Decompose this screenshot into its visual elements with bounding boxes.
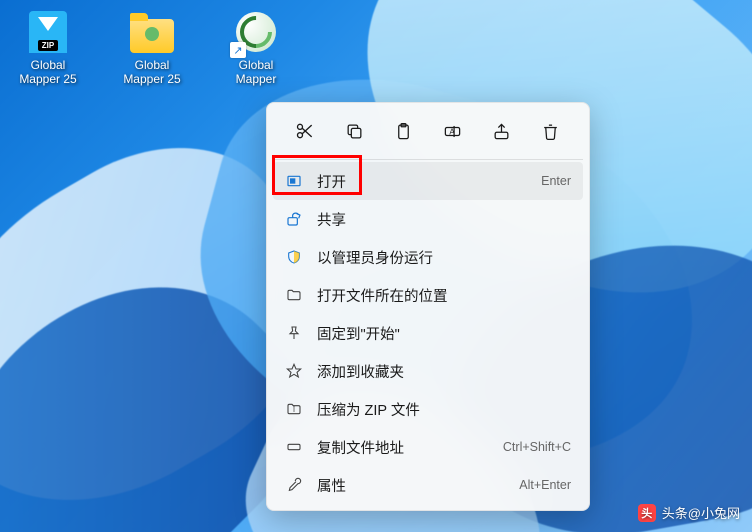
menu-label: 压缩为 ZIP 文件 (317, 399, 571, 420)
menu-item-compress-zip[interactable]: 压缩为 ZIP 文件 (273, 390, 583, 428)
rename-button[interactable]: A (435, 113, 471, 149)
menu-item-add-favorites[interactable]: 添加到收藏夹 (273, 352, 583, 390)
menu-shortcut: Alt+Enter (519, 478, 571, 492)
delete-button[interactable] (533, 113, 569, 149)
share-icon (492, 122, 511, 141)
watermark: 头 头条@小兔网 (638, 503, 740, 522)
cut-button[interactable] (287, 113, 323, 149)
open-icon (285, 172, 303, 190)
desktop-icon-label: Global Mapper 25 (19, 58, 76, 87)
clipboard-icon (394, 122, 413, 141)
menu-label: 以管理员身份运行 (317, 247, 571, 268)
folder-icon (128, 8, 176, 56)
pin-icon (285, 324, 303, 342)
watermark-logo-icon: 头 (638, 504, 656, 522)
menu-item-copy-path[interactable]: 复制文件地址 Ctrl+Shift+C (273, 428, 583, 466)
menu-label: 打开 (317, 171, 541, 192)
menu-shortcut: Enter (541, 174, 571, 188)
menu-label: 添加到收藏夹 (317, 361, 571, 382)
copy-icon (345, 122, 364, 141)
trash-icon (541, 122, 560, 141)
share-arrow-icon (285, 210, 303, 228)
menu-item-share[interactable]: 共享 (273, 200, 583, 238)
wrench-icon (285, 476, 303, 494)
desktop-icon-label: Global Mapper (236, 58, 277, 87)
menu-item-open[interactable]: 打开 Enter (273, 162, 583, 200)
menu-label: 共享 (317, 209, 571, 230)
rename-icon: A (443, 122, 462, 141)
menu-item-open-location[interactable]: 打开文件所在的位置 (273, 276, 583, 314)
desktop: ZIP Global Mapper 25 Global Mapper 25 ↗ … (0, 0, 752, 532)
path-icon (285, 438, 303, 456)
quick-actions-row: A (273, 109, 583, 157)
app-shortcut-icon: ↗ (232, 8, 280, 56)
copy-button[interactable] (336, 113, 372, 149)
star-icon (285, 362, 303, 380)
menu-label: 固定到"开始" (317, 323, 571, 344)
menu-item-properties[interactable]: 属性 Alt+Enter (273, 466, 583, 504)
menu-label: 属性 (317, 475, 519, 496)
scissors-icon (295, 121, 315, 141)
menu-shortcut: Ctrl+Shift+C (503, 440, 571, 454)
folder-open-icon (285, 286, 303, 304)
shield-icon (285, 248, 303, 266)
menu-item-run-admin[interactable]: 以管理员身份运行 (273, 238, 583, 276)
context-menu: A 打开 Enter 共享 以 (266, 102, 590, 511)
desktop-icon-zip[interactable]: ZIP Global Mapper 25 (8, 8, 88, 87)
desktop-icon-label: Global Mapper 25 (123, 58, 180, 87)
desktop-icon-folder[interactable]: Global Mapper 25 (112, 8, 192, 87)
menu-label: 打开文件所在的位置 (317, 285, 571, 306)
menu-item-pin-start[interactable]: 固定到"开始" (273, 314, 583, 352)
zip-folder-icon (285, 400, 303, 418)
desktop-icon-shortcut[interactable]: ↗ Global Mapper (216, 8, 296, 87)
desktop-icons-area: ZIP Global Mapper 25 Global Mapper 25 ↗ … (8, 8, 296, 87)
watermark-text: 头条@小兔网 (662, 503, 740, 522)
share-button[interactable] (484, 113, 520, 149)
paste-button[interactable] (385, 113, 421, 149)
menu-label: 复制文件地址 (317, 437, 503, 458)
menu-divider (273, 159, 583, 160)
zip-archive-icon: ZIP (24, 8, 72, 56)
